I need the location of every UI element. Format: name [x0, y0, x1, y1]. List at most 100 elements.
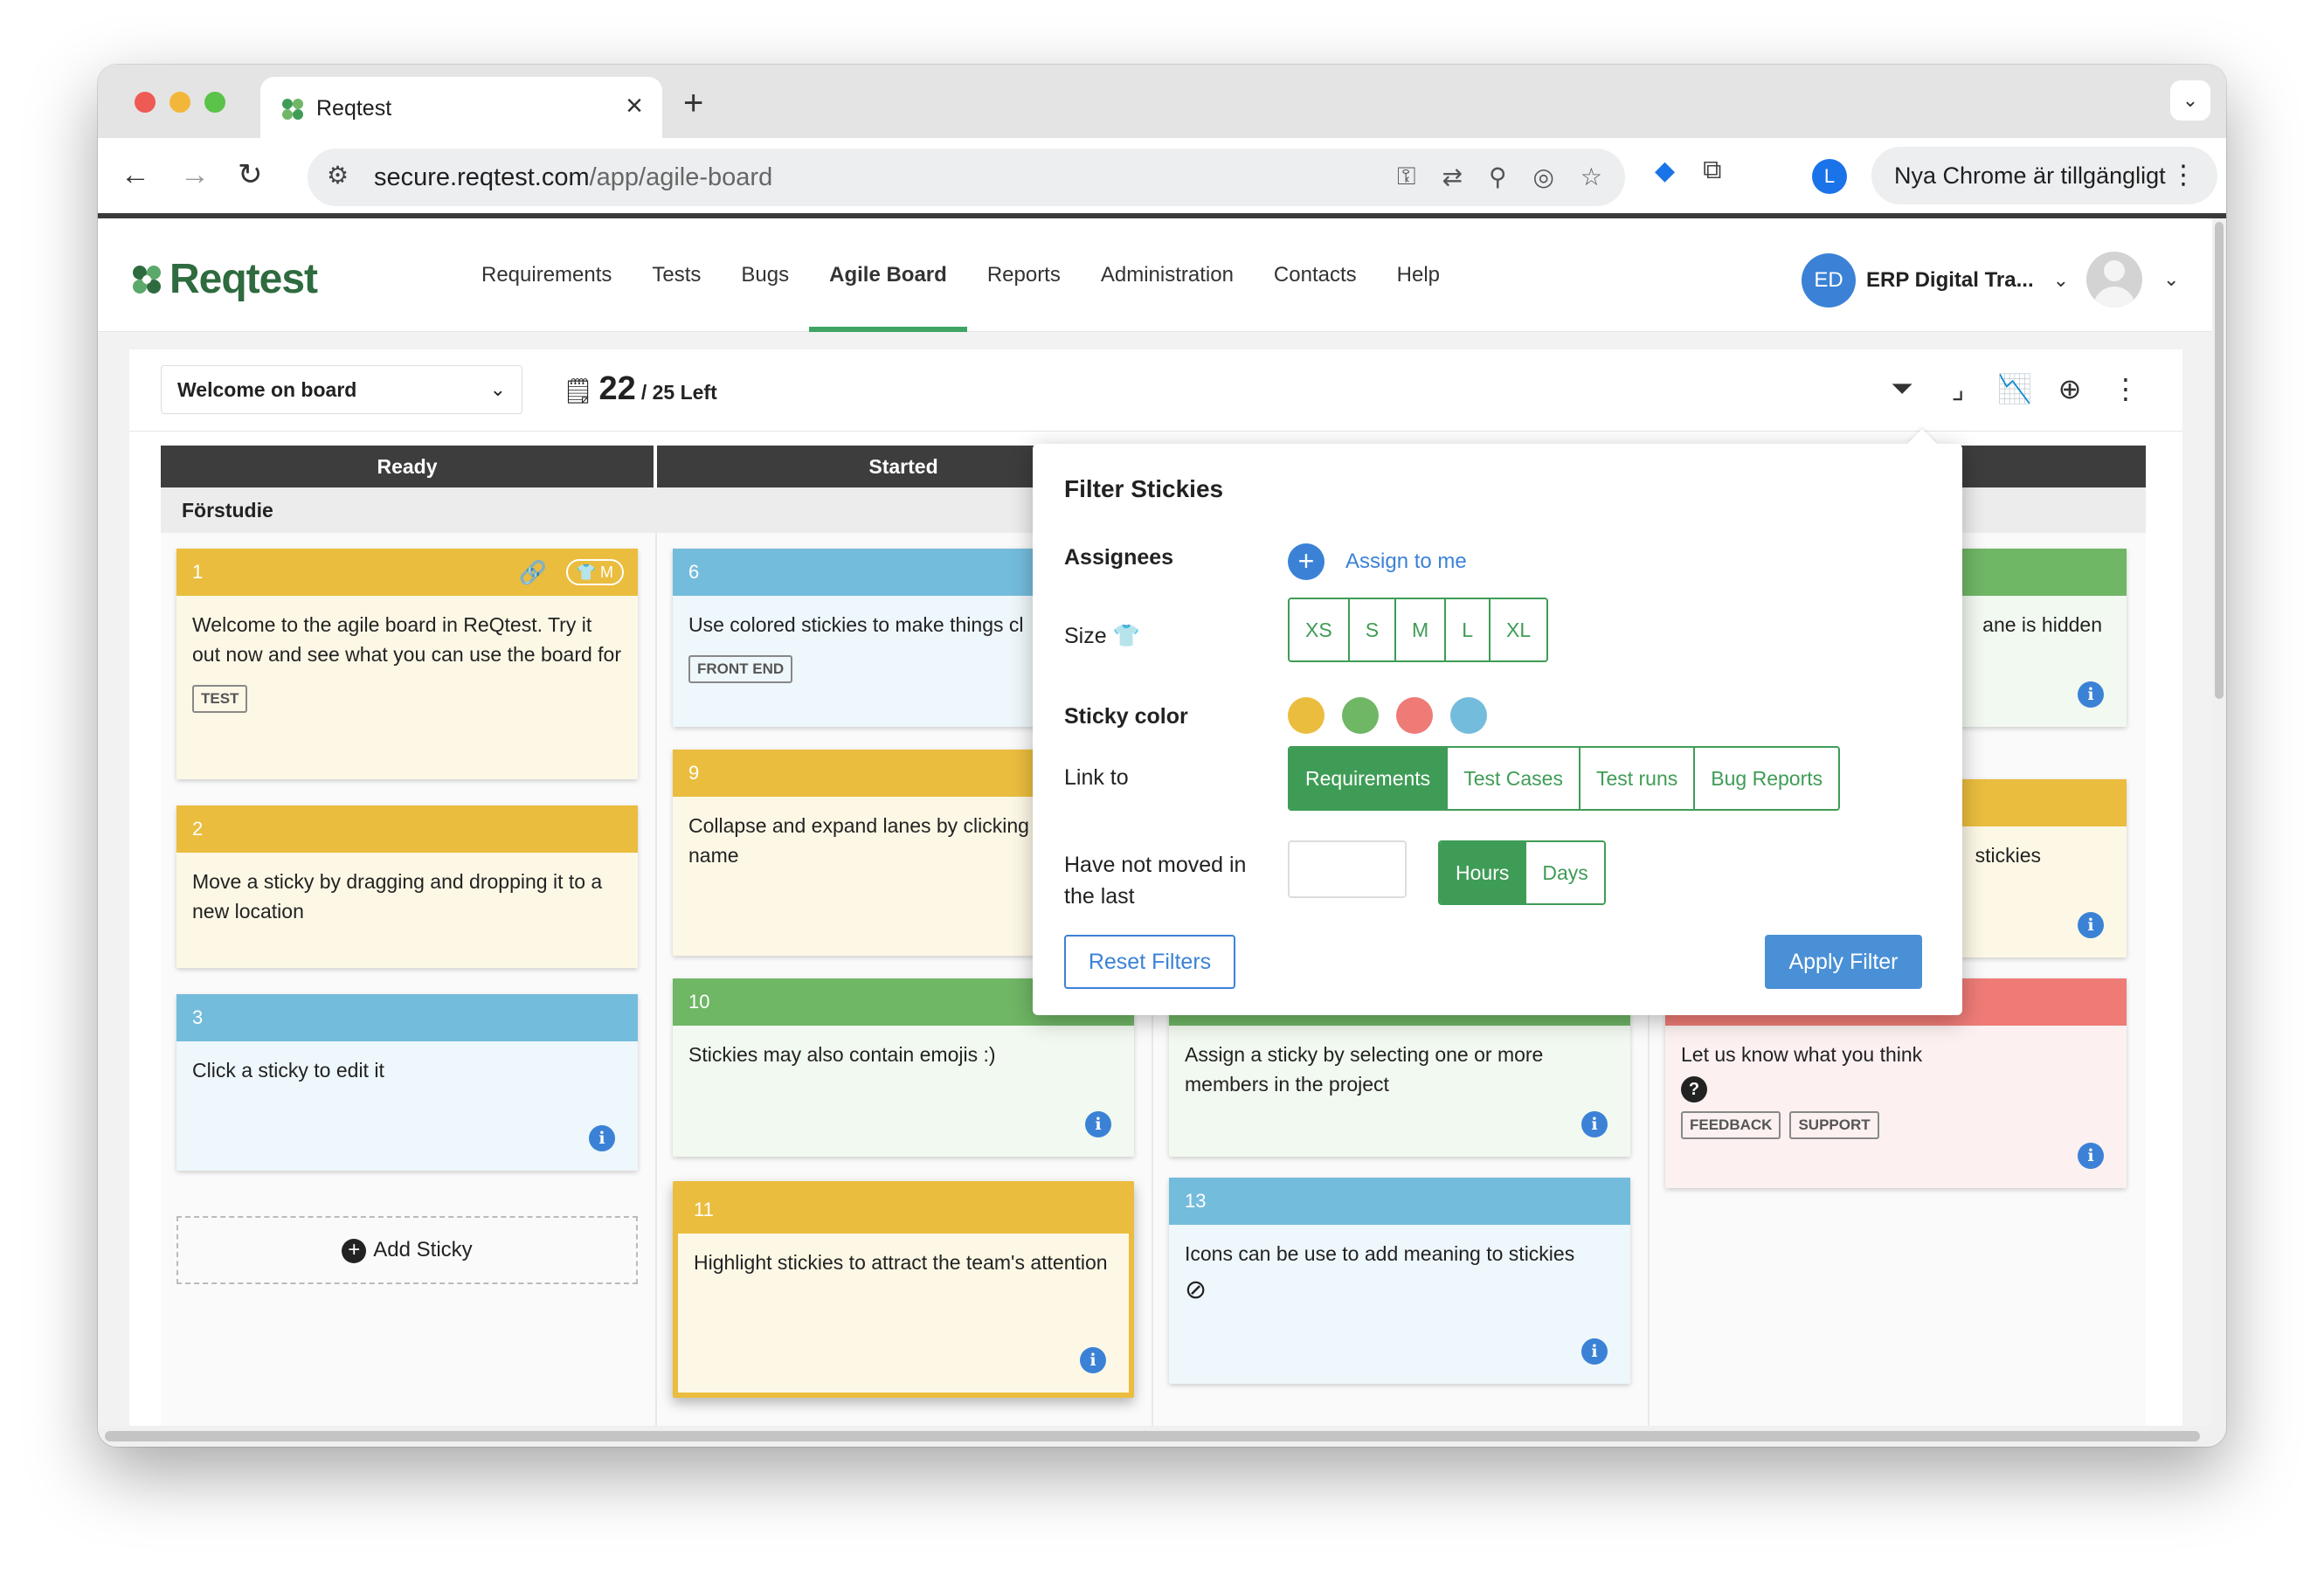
nav-reports[interactable]: Reports [967, 218, 1081, 332]
size-filter-group: XS S M L XL [1288, 598, 1549, 662]
add-assignee-icon[interactable]: + [1288, 543, 1325, 580]
extension-tag-icon[interactable]: ◆ [1655, 156, 1675, 186]
password-key-icon[interactable]: ⚿ [1397, 162, 1415, 191]
sticky-counter: 🗒 22 / 25 Left [563, 370, 717, 408]
link-to-group: Requirements Test Cases Test runs Bug Re… [1288, 746, 1841, 811]
link-requirements-button[interactable]: Requirements [1290, 748, 1449, 809]
lane-header-ready[interactable]: Ready [161, 446, 654, 487]
filter-icon[interactable]: ⏷ [1885, 372, 1919, 405]
site-info-icon[interactable]: ⚙ [327, 161, 349, 190]
link-test-cases-button[interactable]: Test Cases [1448, 748, 1580, 809]
size-m-button[interactable]: M [1396, 599, 1447, 660]
translate-icon[interactable]: ⇄ [1442, 162, 1462, 191]
address-bar[interactable]: ⚙ secure.reqtest.com/app/agile-board ⚿ ⇄… [308, 149, 1625, 206]
sticky-notes-icon: 🗒 [563, 377, 594, 404]
browser-tab[interactable]: Reqtest × [260, 77, 662, 138]
more-menu-icon[interactable]: ⋮ [2170, 147, 2196, 204]
add-circle-icon: + [342, 1239, 367, 1263]
info-icon[interactable]: i [589, 1125, 615, 1151]
nav-tests[interactable]: Tests [632, 218, 721, 332]
tshirt-icon: 👕 [1112, 624, 1140, 648]
unit-hours-button[interactable]: Hours [1440, 842, 1527, 903]
assign-to-me[interactable]: + Assign to me [1288, 543, 1467, 580]
apply-filter-button[interactable]: Apply Filter [1765, 935, 1922, 989]
more-vertical-icon[interactable]: ⋮ [2109, 372, 2142, 405]
browser-toolbar: ← → ↻ ⚙ secure.reqtest.com/app/agile-boa… [98, 138, 2226, 213]
color-red-swatch[interactable] [1396, 697, 1433, 734]
chart-icon[interactable]: 📉 [1997, 372, 2032, 405]
nav-contacts[interactable]: Contacts [1254, 218, 1377, 332]
back-arrow-icon[interactable]: ← [121, 156, 150, 194]
tab-close-icon[interactable]: × [626, 91, 643, 121]
link-test-runs-button[interactable]: Test runs [1580, 748, 1696, 809]
nav-agile-board[interactable]: Agile Board [809, 218, 967, 332]
eye-off-icon[interactable]: ◎ [1532, 162, 1553, 191]
close-window-button[interactable] [135, 92, 156, 113]
zoom-window-button[interactable] [204, 92, 225, 113]
new-tab-button[interactable]: + [683, 86, 703, 121]
user-menu[interactable]: ⌄ [2086, 252, 2179, 308]
info-icon[interactable]: i [1085, 1111, 1111, 1137]
sticky-text: Let us know what you think [1681, 1043, 1923, 1066]
popup-title: Filter Stickies [1064, 475, 1224, 502]
sticky-card[interactable]: 2 Move a sticky by dragging and dropping… [176, 805, 638, 968]
reqtest-logo-icon [133, 265, 161, 294]
browser-tabbar: Reqtest × + ⌄ [98, 65, 2226, 138]
tag: TEST [192, 685, 248, 713]
add-sticky-button[interactable]: + Add Sticky [176, 1216, 638, 1284]
sticky-card-highlighted[interactable]: 11 Highlight stickies to attract the tea… [673, 1181, 1134, 1398]
link-bug-reports-button[interactable]: Bug Reports [1695, 748, 1839, 809]
bookmark-star-icon[interactable]: ☆ [1580, 162, 1602, 191]
board-selector[interactable]: Welcome on board ⌄ [161, 365, 522, 414]
chrome-update-button[interactable]: Nya Chrome är tillgängligt ⋮ [1871, 147, 2217, 204]
color-blue-swatch[interactable] [1450, 697, 1487, 734]
chevron-down-icon: ⌄ [2163, 268, 2180, 290]
info-icon[interactable]: i [2078, 912, 2104, 938]
nav-bugs[interactable]: Bugs [721, 218, 809, 332]
sticky-card[interactable]: 13 Icons can be use to add meaning to st… [1169, 1178, 1630, 1384]
horizontal-scrollbar[interactable] [98, 1426, 2212, 1447]
info-icon[interactable]: i [1581, 1111, 1608, 1137]
workspace-selector[interactable]: ED ERP Digital Tra... ⌄ [1802, 253, 2069, 308]
assignees-label: Assignees [1064, 545, 1174, 570]
tab-search-chevron-icon[interactable]: ⌄ [2170, 80, 2210, 121]
tag: FRONT END [688, 655, 793, 683]
sticky-card[interactable]: 3 Click a sticky to edit it i [176, 994, 638, 1171]
user-avatar [2086, 252, 2142, 308]
extensions-puzzle-icon[interactable]: ⧉ [1703, 156, 1721, 186]
minimize-window-button[interactable] [169, 92, 190, 113]
info-icon[interactable]: i [2078, 1143, 2104, 1169]
forward-arrow-icon[interactable]: → [180, 156, 210, 194]
reload-icon[interactable]: ↻ [238, 156, 263, 194]
unit-days-button[interactable]: Days [1526, 842, 1604, 903]
info-icon[interactable]: i [1080, 1347, 1106, 1373]
profile-avatar[interactable]: L [1812, 159, 1847, 194]
nav-administration[interactable]: Administration [1081, 218, 1254, 332]
workspace-avatar: ED [1802, 253, 1856, 308]
collapse-icon[interactable]: ⌟ [1941, 372, 1975, 405]
zoom-icon[interactable]: ⚲ [1489, 162, 1507, 191]
info-icon[interactable]: i [2078, 681, 2104, 708]
size-xs-button[interactable]: XS [1290, 599, 1350, 660]
reqtest-logo[interactable]: Reqtest [129, 255, 318, 303]
color-green-swatch[interactable] [1342, 697, 1379, 734]
ban-icon: ⊘ [1185, 1275, 1207, 1304]
size-badge: 👕 M [565, 559, 624, 585]
assign-to-me-link[interactable]: Assign to me [1345, 550, 1467, 574]
reset-filters-button[interactable]: Reset Filters [1064, 935, 1235, 989]
sticky-card[interactable]: 1 🔗 👕 M Welcome to the agile board in Re… [176, 549, 638, 779]
tab-title: Reqtest [316, 96, 392, 121]
size-label: Size 👕 [1064, 624, 1140, 648]
sticky-color-label: Sticky color [1064, 704, 1188, 729]
nav-requirements[interactable]: Requirements [461, 218, 632, 332]
sticky-text: Icons can be use to add meaning to stick… [1185, 1242, 1575, 1265]
nav-help[interactable]: Help [1377, 218, 1460, 332]
info-icon[interactable]: i [1581, 1338, 1608, 1365]
size-l-button[interactable]: L [1446, 599, 1491, 660]
size-xl-button[interactable]: XL [1491, 599, 1547, 660]
color-yellow-swatch[interactable] [1288, 697, 1325, 734]
not-moved-amount-input[interactable] [1288, 840, 1407, 898]
size-s-button[interactable]: S [1349, 599, 1397, 660]
add-circle-icon[interactable]: ⊕ [2053, 372, 2086, 405]
vertical-scrollbar[interactable] [2212, 218, 2226, 1447]
